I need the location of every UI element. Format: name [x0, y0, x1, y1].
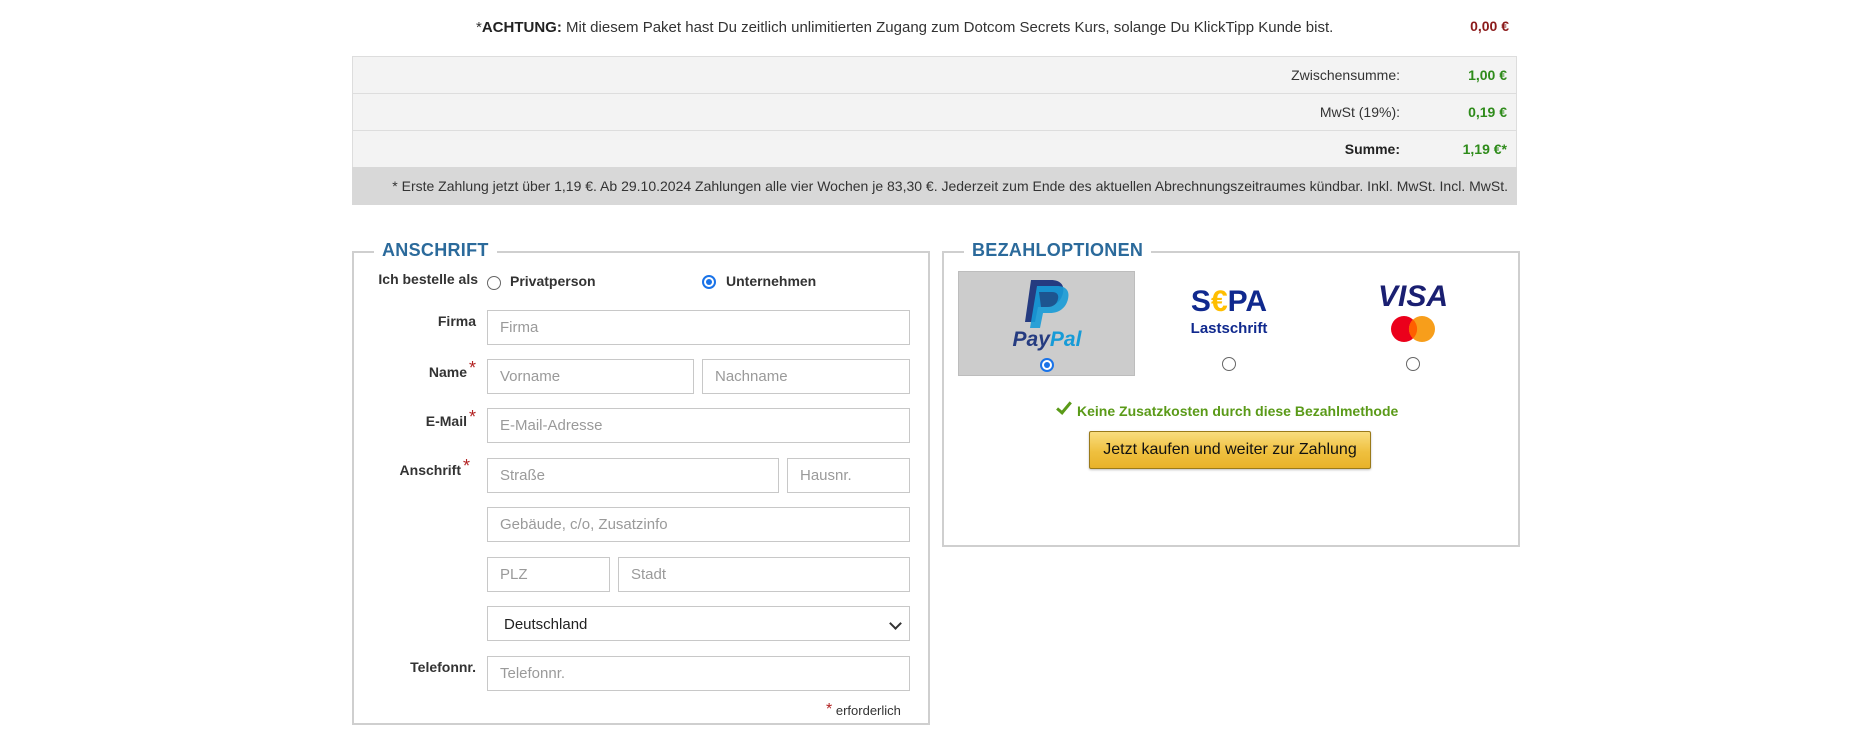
- radio-sepa[interactable]: [1222, 357, 1236, 371]
- lastname-input[interactable]: [702, 359, 910, 394]
- email-label-text: E-Mail: [425, 413, 467, 429]
- radio-paypal[interactable]: [1040, 358, 1054, 372]
- order-as-label: Ich bestelle als: [378, 271, 478, 287]
- name-label-text: Name: [428, 364, 467, 380]
- no-fee-message: Keine Zusatzkosten durch diese Bezahlmet…: [1056, 398, 1399, 419]
- name-label: Name *: [380, 358, 476, 382]
- city-input[interactable]: [618, 557, 910, 592]
- order-summary: Zwischensumme: 1,00 € MwSt (19%): 0,19 €…: [352, 56, 1517, 205]
- svg-text:Lastschrift: Lastschrift: [1191, 320, 1268, 337]
- country-select[interactable]: Deutschland: [487, 606, 910, 641]
- total-row: Summe: 1,19 €*: [352, 130, 1517, 167]
- address-extra-input[interactable]: [487, 507, 910, 542]
- payment-legend: BEZAHLOPTIONEN: [964, 240, 1152, 261]
- svg-text:S€PA: S€PA: [1191, 285, 1267, 318]
- payment-option-paypal[interactable]: PayPal: [958, 271, 1135, 376]
- phone-label: Telefonnr.: [410, 659, 476, 675]
- vat-row: MwSt (19%): 0,19 €: [352, 93, 1517, 130]
- total-label: Summe:: [1344, 141, 1400, 157]
- country-value: Deutschland: [504, 616, 588, 633]
- required-star: *: [826, 701, 833, 718]
- notice-label: ACHTUNG:: [481, 19, 562, 36]
- required-star: *: [468, 358, 476, 378]
- phone-input[interactable]: [487, 656, 910, 691]
- payment-option-sepa[interactable]: S€PA Lastschrift: [1141, 271, 1318, 376]
- housenr-input[interactable]: [787, 458, 910, 493]
- payment-footnote: * Erste Zahlung jetzt über 1,19 €. Ab 29…: [352, 167, 1517, 205]
- buy-and-pay-button[interactable]: Jetzt kaufen und weiter zur Zahlung: [1089, 431, 1371, 469]
- email-label: E-Mail *: [380, 407, 476, 431]
- vat-label: MwSt (19%):: [1319, 104, 1400, 120]
- svg-text:VISA: VISA: [1378, 280, 1448, 313]
- street-address-label: Anschrift *: [370, 456, 470, 480]
- email-input[interactable]: [487, 408, 910, 443]
- visa-mastercard-logo-icon: VISA: [1378, 280, 1448, 342]
- required-star: *: [462, 456, 470, 476]
- paypal-logo-icon: PayPal: [1013, 280, 1083, 351]
- required-star: *: [468, 407, 476, 427]
- firstname-input[interactable]: [487, 359, 694, 394]
- payment-option-card[interactable]: VISA: [1325, 271, 1502, 376]
- street-address-label-text: Anschrift: [399, 462, 461, 478]
- no-fee-text: Keine Zusatzkosten durch diese Bezahlmet…: [1077, 403, 1399, 419]
- radio-private-label[interactable]: Privatperson: [510, 273, 596, 289]
- address-legend: ANSCHRIFT: [374, 240, 497, 261]
- street-input[interactable]: [487, 458, 779, 493]
- radio-company-label[interactable]: Unternehmen: [726, 273, 816, 289]
- radio-company[interactable]: [702, 275, 716, 289]
- chevron-down-icon: [889, 617, 902, 630]
- notice-price: 0,00 €: [1470, 18, 1509, 34]
- package-notice: *ACHTUNG: Mit diesem Paket hast Du zeitl…: [476, 19, 1333, 36]
- radio-card[interactable]: [1406, 357, 1420, 371]
- company-label: Firma: [437, 313, 476, 329]
- notice-text: Mit diesem Paket hast Du zeitlich unlimi…: [561, 19, 1334, 36]
- radio-private[interactable]: [487, 276, 501, 290]
- subtotal-value: 1,00 €: [1468, 67, 1507, 83]
- sepa-logo-icon: S€PA Lastschrift: [1191, 285, 1268, 337]
- subtotal-label: Zwischensumme:: [1291, 67, 1400, 83]
- required-note: * erforderlich: [824, 701, 901, 720]
- required-note-text: erforderlich: [835, 703, 901, 718]
- svg-text:PayPal: PayPal: [1013, 328, 1083, 351]
- zip-input[interactable]: [487, 557, 610, 592]
- vat-value: 0,19 €: [1468, 104, 1507, 120]
- subtotal-row: Zwischensumme: 1,00 €: [352, 56, 1517, 93]
- total-value: 1,19 €*: [1462, 141, 1507, 157]
- company-input[interactable]: [487, 310, 910, 345]
